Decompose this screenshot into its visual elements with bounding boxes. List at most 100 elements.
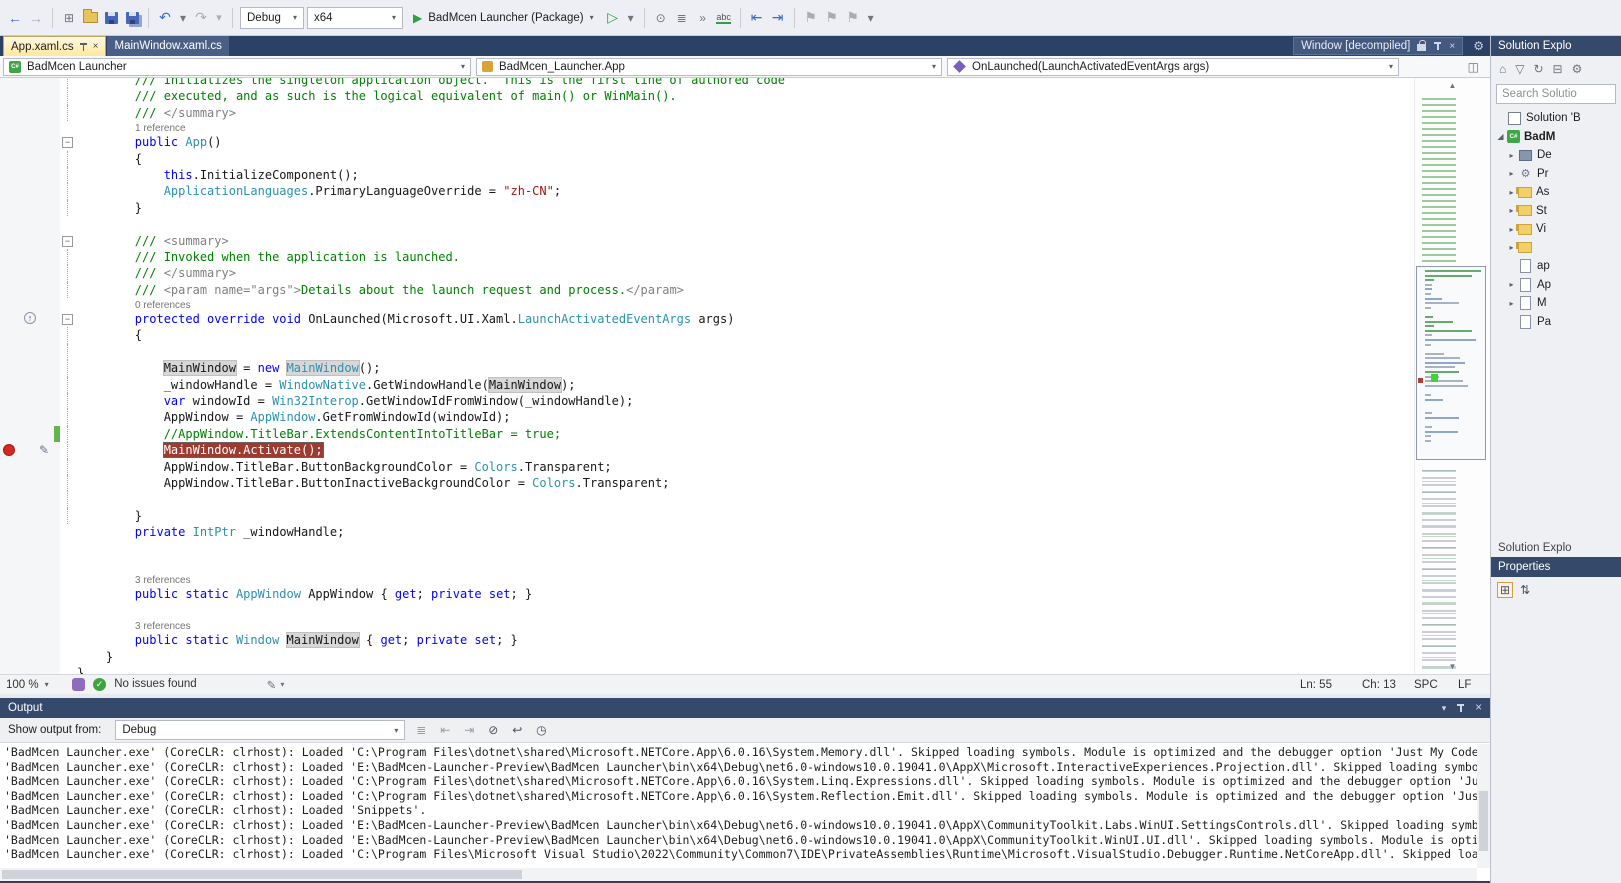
decompiled-window-tab[interactable]: Window [decompiled] × bbox=[1293, 37, 1464, 55]
tree-expander-icon[interactable]: ▸ bbox=[1505, 243, 1518, 252]
spell-check-icon[interactable]: abc bbox=[715, 6, 733, 30]
navigate-forward-icon[interactable]: → bbox=[27, 6, 45, 30]
breakpoint-margin-cell[interactable] bbox=[0, 442, 22, 458]
output-horizontal-scrollbar[interactable] bbox=[0, 868, 1477, 881]
document-health-icon[interactable] bbox=[72, 678, 85, 691]
previous-bookmark-icon[interactable]: ⚑ bbox=[823, 6, 841, 30]
breakpoint-margin-cell[interactable] bbox=[0, 491, 22, 507]
breakpoint-margin-cell[interactable] bbox=[0, 200, 22, 216]
tree-item-folder[interactable]: ▸ bbox=[1491, 239, 1621, 258]
breakpoint-margin-cell[interactable] bbox=[0, 344, 22, 360]
tree-expander-icon[interactable]: ▸ bbox=[1505, 299, 1518, 308]
start-debugging-button[interactable]: ▶ BadMcen Launcher (Package) ▾ bbox=[406, 6, 601, 30]
breakpoint-margin-cell[interactable] bbox=[0, 632, 22, 648]
issues-indicator[interactable]: ✓ No issues found bbox=[93, 678, 197, 691]
gear-icon[interactable]: ⚙ bbox=[1473, 39, 1484, 53]
pin-icon[interactable] bbox=[1433, 41, 1442, 51]
navigate-forward-code-icon[interactable]: ⇥ bbox=[769, 6, 787, 30]
search-input[interactable] bbox=[1496, 84, 1616, 104]
scroll-down-icon[interactable]: ▼ bbox=[1415, 662, 1490, 671]
start-options-dropdown-icon[interactable]: ▾ bbox=[625, 6, 637, 30]
type-dropdown[interactable]: BadMcen_Launcher.App ▾ bbox=[476, 57, 942, 76]
next-bookmark-icon[interactable]: ⚑ bbox=[844, 6, 862, 30]
breakpoint-margin-cell[interactable] bbox=[0, 88, 22, 104]
tree-expander-icon[interactable]: ◢ bbox=[1494, 132, 1507, 141]
breakpoint-margin-cell[interactable] bbox=[0, 377, 22, 393]
breakpoint-margin-cell[interactable] bbox=[0, 393, 22, 409]
breakpoint-margin-cell[interactable] bbox=[0, 134, 22, 150]
open-file-icon[interactable] bbox=[81, 6, 99, 30]
tree-item-st[interactable]: ▸ St bbox=[1491, 202, 1621, 221]
breakpoint-margin-cell[interactable] bbox=[0, 603, 22, 619]
breakpoint-margin-cell[interactable] bbox=[0, 233, 22, 249]
breakpoint-margin-cell[interactable] bbox=[0, 282, 22, 298]
new-file-icon[interactable]: ⊞ bbox=[60, 6, 78, 30]
breakpoint-margin-cell[interactable] bbox=[0, 524, 22, 540]
breakpoint-margin-cell[interactable] bbox=[0, 475, 22, 491]
zoom-dropdown[interactable]: 100 % ▾ bbox=[6, 679, 64, 691]
breakpoint-margin-cell[interactable] bbox=[0, 573, 22, 586]
filter-icon[interactable]: ▽ bbox=[1515, 62, 1524, 76]
undo-icon[interactable]: ↶ bbox=[156, 6, 174, 30]
breakpoint-margin-cell[interactable] bbox=[0, 409, 22, 425]
breakpoints-window-icon[interactable]: ⊙ bbox=[652, 6, 670, 30]
pin-icon[interactable] bbox=[1456, 703, 1465, 713]
code-area[interactable]: /// Initializes the singleton applicatio… bbox=[0, 78, 1414, 674]
alphabetical-sort-icon[interactable]: ⇅ bbox=[1520, 583, 1530, 597]
tree-item-pr[interactable]: ▸ ⚙ Pr bbox=[1491, 165, 1621, 184]
goto-next-message-icon[interactable]: ⇥ bbox=[461, 723, 477, 737]
breakpoint-margin-cell[interactable] bbox=[0, 311, 22, 327]
output-log[interactable]: 'BadMcen Launcher.exe' (CoreCLR: clrhost… bbox=[0, 743, 1490, 881]
breakpoint-margin-cell[interactable] bbox=[0, 665, 22, 674]
properties-title-bar[interactable]: Properties bbox=[1491, 557, 1621, 577]
redo-icon[interactable]: ↷ bbox=[192, 6, 210, 30]
breakpoint-margin-cell[interactable] bbox=[0, 327, 22, 343]
breakpoint-margin-cell[interactable] bbox=[0, 151, 22, 167]
scrollbar-minimap[interactable]: ▲ ▼ bbox=[1414, 78, 1490, 674]
gear-icon[interactable]: ⚙ bbox=[1572, 62, 1583, 76]
toolbar-options-dropdown-icon[interactable]: ▾ bbox=[865, 6, 877, 30]
breakpoint-margin-cell[interactable] bbox=[0, 586, 22, 602]
tab-app-xaml-cs[interactable]: App.xaml.cs × bbox=[3, 36, 107, 56]
immediate-window-icon[interactable]: ≣ bbox=[673, 6, 691, 30]
tree-item-badm[interactable]: ◢ C# BadM bbox=[1491, 128, 1621, 147]
member-dropdown[interactable]: OnLaunched(LaunchActivatedEventArgs args… bbox=[947, 57, 1399, 76]
breakpoint-margin-cell[interactable] bbox=[0, 298, 22, 311]
scroll-up-icon[interactable]: ▲ bbox=[1415, 81, 1490, 90]
spaces-indicator[interactable]: SPC bbox=[1414, 679, 1458, 691]
clear-all-icon[interactable]: ⊘ bbox=[485, 723, 501, 737]
line-ending-indicator[interactable]: LF bbox=[1458, 679, 1484, 691]
code-cleanup-icon[interactable]: ✎ ▾ bbox=[267, 678, 285, 692]
refresh-icon[interactable]: ↻ bbox=[1533, 62, 1543, 76]
project-dropdown[interactable]: C# BadMcen Launcher ▾ bbox=[3, 57, 471, 76]
configuration-dropdown[interactable]: Debug ▾ bbox=[240, 6, 304, 29]
tree-expander-icon[interactable]: ▸ bbox=[1505, 225, 1518, 234]
tab-solution-explorer[interactable]: Solution Explo bbox=[1491, 539, 1621, 557]
tree-item-de[interactable]: ▸ De bbox=[1491, 146, 1621, 165]
collapse-all-icon[interactable]: ⊟ bbox=[1553, 62, 1563, 76]
close-icon[interactable]: × bbox=[1449, 41, 1455, 52]
tree-expander-icon[interactable]: ▸ bbox=[1505, 151, 1518, 160]
window-position-icon[interactable]: ▾ bbox=[1442, 703, 1447, 714]
overrides-indicator-icon[interactable]: ↑ bbox=[24, 312, 36, 325]
breakpoint-margin-cell[interactable] bbox=[0, 541, 22, 557]
platform-dropdown[interactable]: x64 ▾ bbox=[307, 6, 403, 29]
scrollbar-thumb[interactable] bbox=[1479, 791, 1488, 851]
undo-dropdown-icon[interactable]: ▾ bbox=[177, 6, 189, 30]
save-icon[interactable] bbox=[102, 6, 120, 30]
breakpoint-margin-cell[interactable] bbox=[0, 426, 22, 442]
tree-item-pa[interactable]: Pa bbox=[1491, 313, 1621, 332]
breakpoint-margin-cell[interactable] bbox=[0, 183, 22, 199]
collapse-region-toggle[interactable]: − bbox=[62, 314, 73, 326]
close-icon[interactable]: × bbox=[1475, 702, 1482, 714]
solution-explorer-title-bar[interactable]: Solution Explo bbox=[1491, 36, 1621, 56]
breakpoint-icon[interactable] bbox=[3, 444, 15, 457]
breakpoint-margin-cell[interactable] bbox=[0, 619, 22, 632]
scrollbar-thumb[interactable] bbox=[2, 870, 522, 879]
tree-item-ap[interactable]: ap bbox=[1491, 257, 1621, 276]
close-icon[interactable]: × bbox=[93, 41, 99, 52]
breakpoint-margin-cell[interactable] bbox=[0, 105, 22, 121]
breakpoint-margin-cell[interactable] bbox=[0, 167, 22, 183]
navigate-backward-code-icon[interactable]: ⇤ bbox=[748, 6, 766, 30]
redo-dropdown-icon[interactable]: ▾ bbox=[213, 6, 225, 30]
